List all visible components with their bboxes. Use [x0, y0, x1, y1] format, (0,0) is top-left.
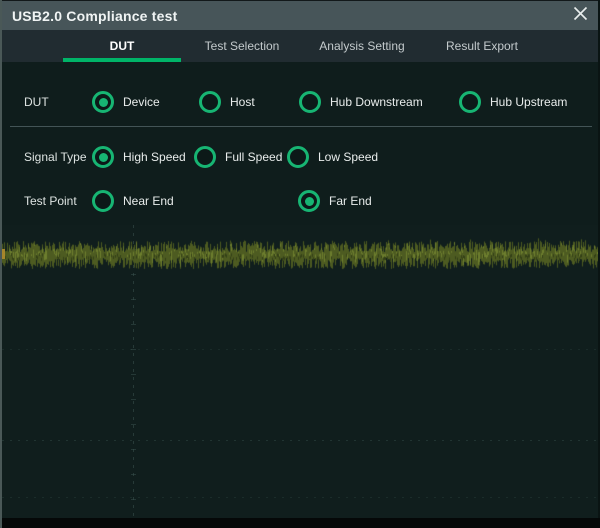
tab-test-selection[interactable]: Test Selection [182, 30, 302, 62]
radio-unselected-icon [199, 91, 221, 113]
radio-selected-icon [298, 190, 320, 212]
form-row-signal-type: Signal Type High Speed Full Speed Low Sp… [2, 135, 600, 179]
form-row-test-point: Test Point Near End Far End [2, 179, 600, 223]
bottom-strip [2, 518, 600, 528]
waveform-canvas [2, 225, 600, 295]
waveform-display [2, 225, 600, 518]
radio-unselected-icon [194, 146, 216, 168]
radio-far-end-label: Far End [329, 194, 372, 208]
graticule-hline [2, 440, 600, 441]
dut-label: DUT [24, 80, 49, 124]
graticule-hline [2, 497, 600, 498]
tab-dut[interactable]: DUT [62, 30, 182, 62]
tab-dut-label: DUT [110, 39, 135, 53]
radio-unselected-icon [287, 146, 309, 168]
radio-low-speed[interactable]: Low Speed [287, 135, 378, 179]
row-divider [10, 126, 592, 127]
close-icon [572, 5, 589, 27]
close-button[interactable] [566, 3, 594, 29]
tab-result-export-label: Result Export [446, 39, 518, 53]
radio-hub-downstream-label: Hub Downstream [330, 95, 423, 109]
graticule-hline [2, 349, 600, 350]
radio-host-label: Host [230, 95, 255, 109]
radio-full-speed-label: Full Speed [225, 150, 282, 164]
radio-hub-upstream[interactable]: Hub Upstream [459, 80, 567, 124]
tab-analysis-setting-label: Analysis Setting [319, 39, 404, 53]
radio-full-speed[interactable]: Full Speed [194, 135, 282, 179]
test-point-label: Test Point [24, 179, 77, 223]
tab-result-export[interactable]: Result Export [422, 30, 542, 62]
radio-high-speed[interactable]: High Speed [92, 135, 186, 179]
radio-unselected-icon [459, 91, 481, 113]
radio-low-speed-label: Low Speed [318, 150, 378, 164]
tab-analysis-setting[interactable]: Analysis Setting [302, 30, 422, 62]
radio-high-speed-label: High Speed [123, 150, 186, 164]
titlebar: USB2.0 Compliance test [2, 0, 600, 30]
tabbar: DUT Test Selection Analysis Setting Resu… [2, 30, 600, 62]
window-title: USB2.0 Compliance test [12, 8, 177, 24]
radio-near-end-label: Near End [123, 194, 174, 208]
radio-unselected-icon [299, 91, 321, 113]
radio-hub-downstream[interactable]: Hub Downstream [299, 80, 423, 124]
radio-near-end[interactable]: Near End [92, 179, 174, 223]
radio-device[interactable]: Device [92, 80, 160, 124]
active-tab-underline [63, 58, 181, 62]
radio-unselected-icon [92, 190, 114, 212]
form-row-dut: DUT Device Host Hub Downstream Hub Upstr… [2, 80, 600, 124]
trace-start-marker [2, 249, 5, 259]
signal-type-label: Signal Type [24, 135, 87, 179]
tab-test-selection-label: Test Selection [205, 39, 280, 53]
radio-host[interactable]: Host [199, 80, 255, 124]
radio-selected-icon [92, 146, 114, 168]
radio-device-label: Device [123, 95, 160, 109]
radio-far-end[interactable]: Far End [298, 179, 372, 223]
usb-compliance-dialog: USB2.0 Compliance test DUT Test Selectio… [0, 0, 600, 528]
radio-hub-upstream-label: Hub Upstream [490, 95, 567, 109]
radio-selected-icon [92, 91, 114, 113]
